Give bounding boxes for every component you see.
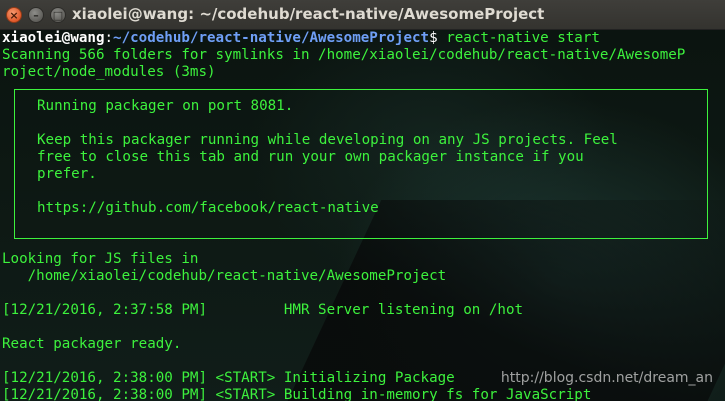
scan-line-1: Scanning 566 folders for symlinks in /ho… [2, 47, 686, 63]
prompt-path: ~/codehub/react-native/AwesomeProject [113, 30, 430, 46]
start-line-2: [12/21/2016, 2:38:00 PM] <START> Buildin… [2, 387, 592, 401]
packager-info-box: Running packager on port 8081. Keep this… [14, 89, 708, 239]
box-line-url: https://github.com/facebook/react-native [37, 200, 379, 216]
window-title: xiaolei@wang: ~/codehub/react-native/Awe… [72, 5, 545, 23]
prompt-symbol: $ [429, 30, 447, 46]
start-line-1: [12/21/2016, 2:38:00 PM] <START> Initial… [2, 370, 455, 386]
close-icon[interactable]: × [6, 7, 22, 23]
looking-line-1: Looking for JS files in [2, 251, 199, 267]
minimize-icon[interactable]: – [28, 7, 44, 23]
maximize-icon[interactable]: □ [50, 7, 66, 23]
prompt-separator: : [104, 30, 114, 46]
terminal-output[interactable]: xiaolei@wang:~/codehub/react-native/Awes… [0, 30, 725, 401]
box-line-keep: Keep this packager running while develop… [37, 132, 618, 148]
box-line-port: Running packager on port 8081. [37, 98, 294, 114]
ready-line: React packager ready. [2, 336, 182, 352]
hmr-line: [12/21/2016, 2:37:58 PM] HMR Server list… [2, 302, 524, 318]
title-bar: × – □ xiaolei@wang: ~/codehub/react-nati… [0, 0, 725, 30]
watermark: http://blog.csdn.net/dream_an [500, 370, 713, 386]
prompt-line: xiaolei@wang:~/codehub/react-native/Awes… [2, 30, 600, 47]
looking-line-2: /home/xiaolei/codehub/react-native/Aweso… [2, 268, 447, 284]
prompt-command: react-native start [446, 30, 600, 46]
terminal-window: × – □ xiaolei@wang: ~/codehub/react-nati… [0, 0, 725, 401]
box-line-prefer: prefer. [37, 166, 97, 182]
prompt-user-host: xiaolei@wang [2, 30, 105, 46]
box-line-free: free to close this tab and run your own … [37, 149, 584, 165]
scan-line-2: roject/node_modules (3ms) [2, 64, 216, 80]
